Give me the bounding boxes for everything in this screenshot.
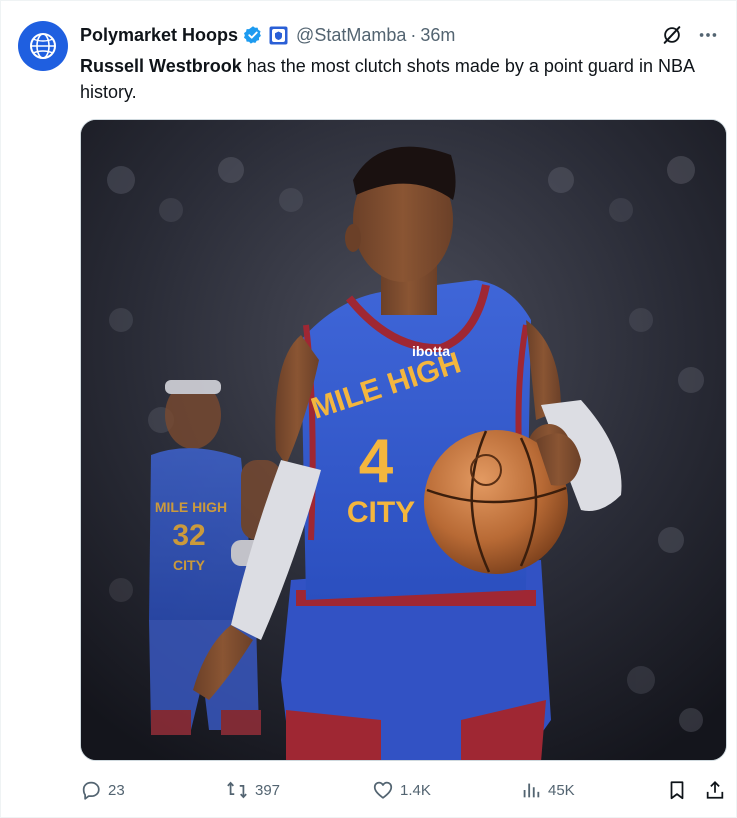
author-handle[interactable]: @StatMamba — [296, 25, 406, 46]
avatar[interactable] — [18, 21, 68, 71]
separator-dot: · — [410, 24, 417, 45]
tweet-actions: 23 397 1.4K 45K — [80, 777, 728, 803]
author-name[interactable]: Polymarket Hoops — [80, 25, 238, 46]
bookmark-icon — [670, 781, 684, 800]
more-options-icon[interactable] — [694, 23, 722, 47]
timestamp[interactable]: 36m — [420, 25, 455, 46]
like-count: 1.4K — [400, 781, 431, 799]
affiliate-badge-icon[interactable] — [269, 26, 288, 45]
bookmark-button[interactable] — [666, 777, 688, 803]
tweet-photo[interactable]: MILE HIGH 32 CITY ibotta MILE HIGH 4 CIT… — [80, 119, 727, 761]
back-jersey-text-1: MILE HIGH — [155, 499, 227, 515]
basketball-player-photo: MILE HIGH 32 CITY ibotta MILE HIGH 4 CIT… — [81, 120, 726, 760]
views-count: 45K — [548, 781, 575, 799]
jersey-number: 4 — [359, 427, 394, 496]
like-button[interactable]: 1.4K — [372, 777, 431, 803]
share-button[interactable] — [704, 777, 726, 803]
tweet-highlight: Russell Westbrook — [80, 56, 242, 76]
tweet-header: Polymarket Hoops @StatMamba · 36m — [80, 23, 722, 47]
back-jersey-text-2: CITY — [173, 557, 206, 573]
repost-icon — [227, 781, 247, 799]
repost-button[interactable]: 397 — [225, 777, 280, 803]
heart-icon — [373, 781, 393, 799]
grok-icon[interactable] — [658, 23, 686, 47]
back-jersey-number: 32 — [172, 519, 205, 552]
reply-button[interactable]: 23 — [80, 777, 125, 803]
share-icon — [706, 780, 724, 799]
views-button[interactable]: 45K — [520, 777, 575, 803]
reply-count: 23 — [108, 781, 125, 799]
tweet-card[interactable]: Polymarket Hoops @StatMamba · 36m Russel… — [0, 0, 737, 818]
reply-icon — [82, 781, 100, 800]
verified-badge-icon[interactable] — [243, 25, 263, 45]
tweet-text: Russell Westbrook has the most clutch sh… — [80, 53, 720, 105]
jersey-text-2: CITY — [347, 496, 415, 529]
repost-count: 397 — [255, 781, 281, 799]
basketball-globe-icon — [30, 33, 56, 59]
views-chart-icon — [523, 783, 540, 798]
